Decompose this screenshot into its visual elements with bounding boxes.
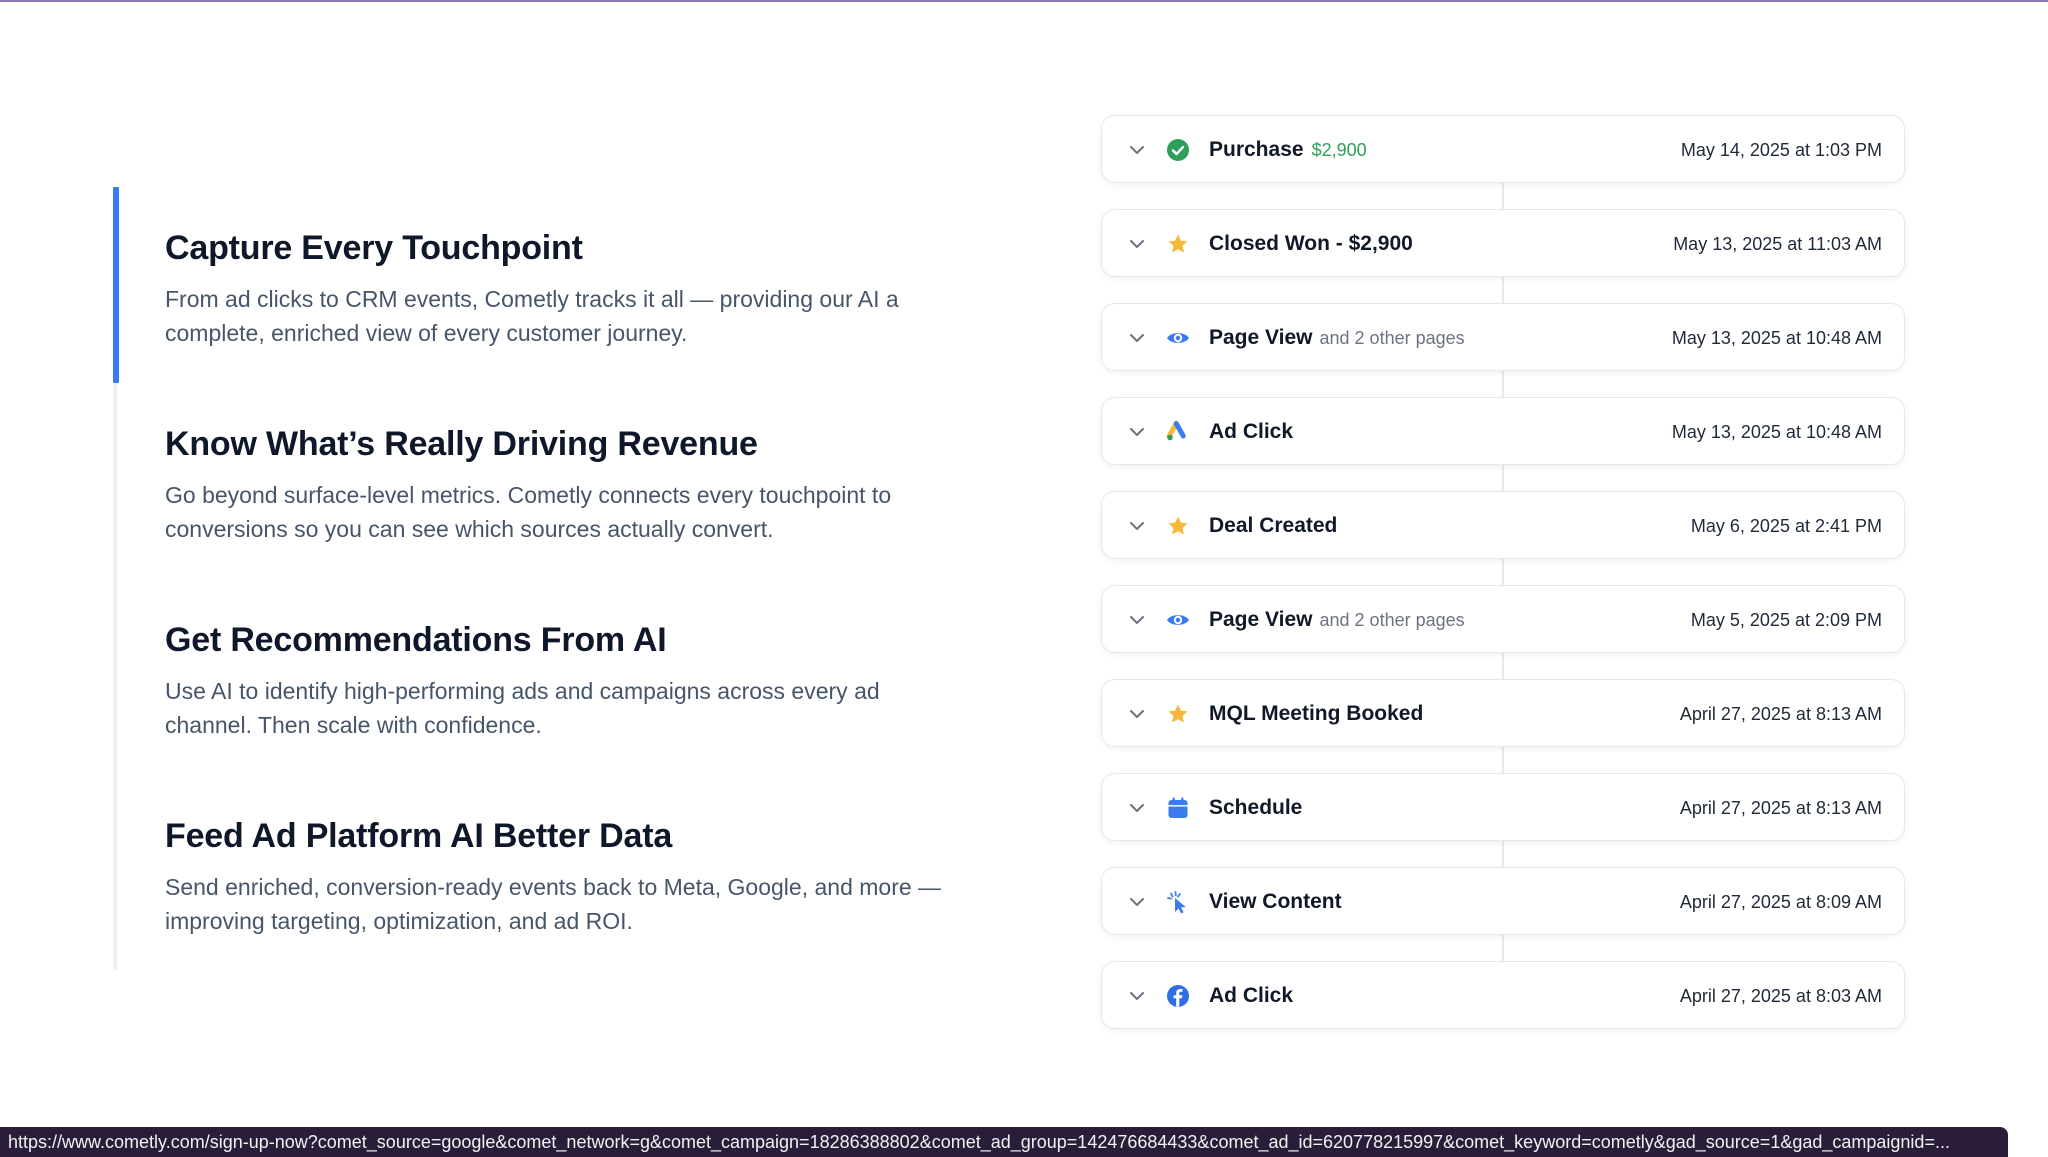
star-icon [1163, 511, 1193, 541]
event-name: Closed Won - $2,900 [1209, 232, 1413, 255]
star-icon [1163, 699, 1193, 729]
event-timestamp: May 14, 2025 at 1:03 PM [1680, 139, 1882, 160]
timeline-event-purchase[interactable]: Purchase $2,900 May 14, 2025 at 1:03 PM [1101, 115, 1905, 183]
timeline-event-page-view[interactable]: Page View and 2 other pages May 13, 2025… [1101, 303, 1905, 371]
event-name: Ad Click [1209, 420, 1294, 443]
event-name: MQL Meeting Booked [1209, 702, 1424, 725]
event-name: Ad Click [1209, 984, 1294, 1007]
timeline-event-ad-click-facebook[interactable]: Ad Click April 27, 2025 at 8:03 AM [1101, 961, 1905, 1029]
chevron-down-icon[interactable] [1127, 422, 1147, 442]
event-title: Page View and 2 other pages [1209, 586, 1465, 654]
event-name: Schedule [1209, 796, 1303, 819]
chevron-down-icon[interactable] [1127, 704, 1147, 724]
feature-item-capture[interactable]: Capture Every Touchpoint From ad clicks … [165, 226, 965, 350]
timeline-event-ad-click-google[interactable]: Ad Click May 13, 2025 at 10:48 AM [1101, 397, 1905, 465]
chevron-down-icon[interactable] [1127, 892, 1147, 912]
pointer-click-icon [1163, 887, 1193, 917]
event-timestamp: May 13, 2025 at 10:48 AM [1671, 327, 1882, 348]
event-timestamp: May 13, 2025 at 10:48 AM [1671, 421, 1882, 442]
event-title: Ad Click [1209, 962, 1293, 1030]
feature-title: Know What’s Really Driving Revenue [165, 425, 758, 463]
chevron-down-icon[interactable] [1127, 328, 1147, 348]
event-title: View Content [1209, 868, 1342, 936]
feature-item-recommendations[interactable]: Get Recommendations From AI Use AI to id… [165, 618, 965, 742]
timeline-event-closed-won[interactable]: Closed Won - $2,900 May 13, 2025 at 11:0… [1101, 209, 1905, 277]
timeline-event-page-view[interactable]: Page View and 2 other pages May 5, 2025 … [1101, 585, 1905, 653]
timeline-event-schedule[interactable]: Schedule April 27, 2025 at 8:13 AM [1101, 773, 1905, 841]
feature-item-revenue[interactable]: Know What’s Really Driving Revenue Go be… [165, 422, 965, 546]
event-timestamp: May 5, 2025 at 2:09 PM [1690, 609, 1882, 630]
event-timestamp: May 6, 2025 at 2:41 PM [1690, 515, 1882, 536]
event-timestamp: April 27, 2025 at 8:09 AM [1679, 891, 1882, 912]
feature-description: Use AI to identify high-performing ads a… [165, 678, 880, 738]
feature-list: Capture Every Touchpoint From ad clicks … [113, 187, 977, 970]
google-ads-icon [1163, 417, 1193, 447]
feature-title: Feed Ad Platform AI Better Data [165, 817, 673, 855]
feature-title: Capture Every Touchpoint [165, 229, 583, 267]
feature-description: From ad clicks to CRM events, Cometly tr… [165, 286, 899, 346]
event-extra: and 2 other pages [1319, 327, 1465, 348]
event-name: Page View [1209, 608, 1313, 631]
check-circle-icon [1163, 135, 1193, 165]
event-title: Closed Won - $2,900 [1209, 210, 1413, 278]
event-name: Page View [1209, 326, 1313, 349]
customer-journey-timeline: Purchase $2,900 May 14, 2025 at 1:03 PM … [1101, 115, 1905, 1030]
event-timestamp: May 13, 2025 at 11:03 AM [1673, 233, 1882, 254]
event-title: Page View and 2 other pages [1209, 304, 1465, 372]
timeline-event-deal-created[interactable]: Deal Created May 6, 2025 at 2:41 PM [1101, 491, 1905, 559]
event-title: Purchase $2,900 [1209, 116, 1367, 184]
event-amount: $2,900 [1311, 139, 1367, 160]
active-feature-indicator [113, 187, 119, 383]
event-title: Schedule [1209, 774, 1302, 842]
timeline-connector [1502, 155, 1504, 985]
event-title: MQL Meeting Booked [1209, 680, 1423, 748]
event-timestamp: April 27, 2025 at 8:03 AM [1679, 985, 1882, 1006]
feature-item-feed-data[interactable]: Feed Ad Platform AI Better Data Send enr… [165, 814, 965, 938]
eye-icon [1163, 323, 1193, 353]
event-name: View Content [1209, 890, 1342, 913]
facebook-icon [1163, 981, 1193, 1011]
link-preview-status-bar: https://www.cometly.com/sign-up-now?come… [0, 1127, 2008, 1157]
star-icon [1163, 229, 1193, 259]
feature-title: Get Recommendations From AI [165, 621, 667, 659]
chevron-down-icon[interactable] [1127, 798, 1147, 818]
eye-icon [1163, 605, 1193, 635]
chevron-down-icon[interactable] [1127, 986, 1147, 1006]
event-timestamp: April 27, 2025 at 8:13 AM [1679, 797, 1882, 818]
chevron-down-icon[interactable] [1127, 610, 1147, 630]
top-divider [0, 0, 2048, 2]
event-timestamp: April 27, 2025 at 8:13 AM [1679, 703, 1882, 724]
chevron-down-icon[interactable] [1127, 140, 1147, 160]
event-title: Deal Created [1209, 492, 1337, 560]
timeline-event-mql-meeting-booked[interactable]: MQL Meeting Booked April 27, 2025 at 8:1… [1101, 679, 1905, 747]
calendar-icon [1163, 793, 1193, 823]
event-title: Ad Click [1209, 398, 1293, 466]
event-extra: and 2 other pages [1319, 609, 1465, 630]
event-name: Deal Created [1209, 514, 1338, 537]
feature-description: Send enriched, conversion-ready events b… [165, 874, 942, 934]
chevron-down-icon[interactable] [1127, 234, 1147, 254]
feature-description: Go beyond surface-level metrics. Cometly… [165, 482, 892, 542]
chevron-down-icon[interactable] [1127, 516, 1147, 536]
event-name: Purchase [1209, 138, 1304, 161]
timeline-event-view-content[interactable]: View Content April 27, 2025 at 8:09 AM [1101, 867, 1905, 935]
